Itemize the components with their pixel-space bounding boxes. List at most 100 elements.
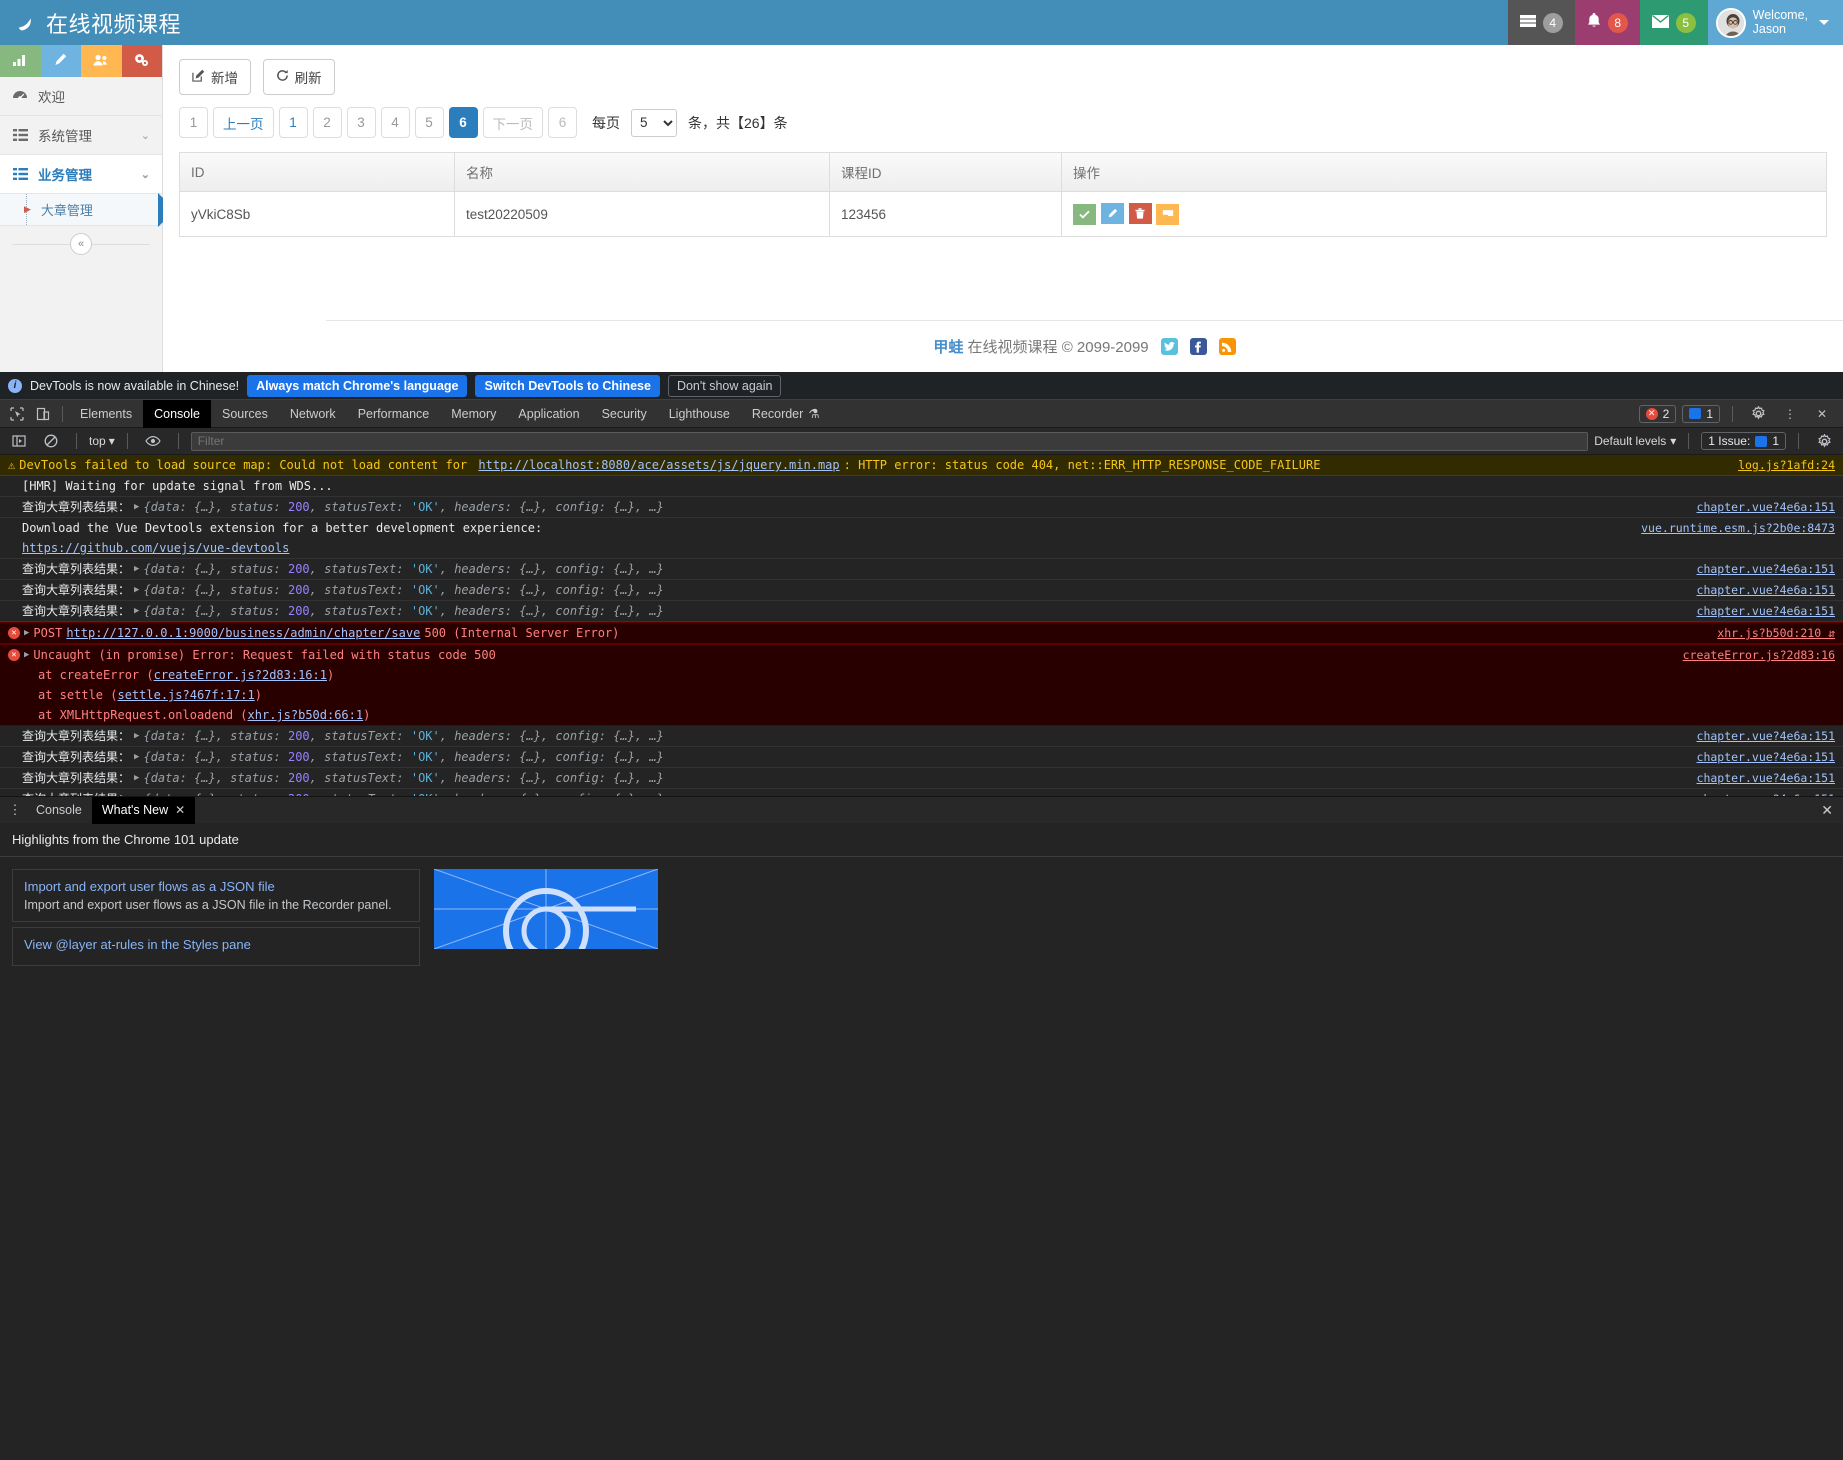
console-row-chapter-result[interactable]: 查询大章列表结果： ▶{data: {…}, status: 200, stat… — [0, 580, 1843, 601]
live-expression-eye-icon[interactable] — [140, 429, 166, 453]
card-title[interactable]: View @layer at-rules in the Styles pane — [24, 937, 408, 952]
tab-security[interactable]: Security — [591, 400, 658, 428]
pagination-first[interactable]: 1 — [179, 107, 208, 138]
close-devtools-icon[interactable]: ✕ — [1809, 402, 1835, 426]
pagination-next[interactable]: 下一页 — [482, 107, 543, 138]
expand-triangle-icon[interactable]: ▶ — [134, 561, 139, 577]
console-sidebar-toggle-icon[interactable] — [6, 429, 32, 453]
post-url-link[interactable]: http://127.0.0.1:9000/business/admin/cha… — [66, 625, 420, 641]
flag-icon-button[interactable] — [1156, 203, 1180, 225]
expand-triangle-icon[interactable]: ▶ — [134, 728, 139, 744]
console-source-link[interactable]: chapter.vue?4e6a:151 — [1685, 728, 1835, 744]
add-button[interactable]: 新增 — [179, 59, 251, 95]
tab-recorder[interactable]: Recorder ⚗ — [741, 400, 831, 428]
sidebar-item-system[interactable]: 系统管理 ⌄ — [0, 116, 162, 155]
frame-link[interactable]: xhr.js?b50d:66:1 — [248, 708, 364, 722]
rss-icon[interactable] — [1218, 338, 1236, 355]
tab-elements[interactable]: Elements — [69, 400, 143, 428]
sidebar-collapse-button[interactable]: « — [70, 233, 92, 255]
console-row-chapter-result[interactable]: 查询大章列表结果： ▶{data: {…}, status: 200, stat… — [0, 559, 1843, 580]
quick-action-chart[interactable] — [0, 45, 41, 77]
quick-action-users[interactable] — [81, 45, 122, 77]
whats-new-card[interactable]: View @layer at-rules in the Styles pane — [12, 927, 420, 966]
console-row-post-500[interactable]: ✕ ▶ POST http://127.0.0.1:9000/business/a… — [0, 622, 1843, 644]
console-source-link[interactable]: vue.runtime.esm.js?2b0e:8473 — [1629, 520, 1835, 536]
console-source-link[interactable]: chapter.vue?4e6a:151 — [1685, 499, 1835, 515]
whats-new-card[interactable]: Import and export user flows as a JSON f… — [12, 869, 420, 922]
tab-performance[interactable]: Performance — [347, 400, 441, 428]
quick-action-settings[interactable] — [121, 45, 162, 77]
expand-triangle-icon[interactable]: ▶ — [24, 625, 29, 641]
expand-triangle-icon[interactable]: ▶ — [134, 770, 139, 786]
console-row-vue-devtools[interactable]: Download the Vue Devtools extension for … — [0, 518, 1843, 559]
check-icon-button[interactable] — [1073, 204, 1096, 225]
tab-sources[interactable]: Sources — [211, 400, 279, 428]
device-toolbar-icon[interactable] — [30, 402, 56, 426]
frame-link[interactable]: createError.js?2d83:16:1 — [154, 668, 327, 682]
always-match-language-button[interactable]: Always match Chrome's language — [247, 374, 468, 397]
tab-application[interactable]: Application — [507, 400, 590, 428]
console-row-chapter-result[interactable]: 查询大章列表结果： ▶{data: {…}, status: 200, stat… — [0, 768, 1843, 789]
console-source-link[interactable]: createError.js?2d83:16 — [1671, 647, 1835, 663]
pagination-page-2[interactable]: 2 — [312, 107, 342, 138]
delete-icon-button[interactable] — [1128, 203, 1152, 224]
console-source-link[interactable]: xhr.js?b50d:210 ⇵ — [1705, 625, 1835, 641]
pagination-page-6[interactable]: 6 — [448, 107, 478, 138]
drawer-tab-console[interactable]: Console — [26, 797, 92, 824]
sidebar-item-business[interactable]: 业务管理 ⌄ — [0, 155, 162, 194]
twitter-icon[interactable] — [1160, 338, 1178, 355]
user-menu-button[interactable]: Welcome, Jason — [1707, 0, 1843, 45]
console-source-link[interactable]: chapter.vue?4e6a:151 — [1685, 770, 1835, 786]
vue-devtools-link[interactable]: https://github.com/vuejs/vue-devtools — [22, 540, 289, 556]
console-source-link[interactable]: chapter.vue?4e6a:151 — [1685, 749, 1835, 765]
console-row-chapter-result[interactable]: 查询大章列表结果： ▶{data: {…}, status: 200, stat… — [0, 789, 1843, 796]
console-row-uncaught-error[interactable]: ✕ ▶ Uncaught (in promise) Error: Request … — [0, 644, 1843, 726]
pagination-prev[interactable]: 上一页 — [213, 107, 274, 138]
clear-console-icon[interactable] — [38, 429, 64, 453]
pagination-page-3[interactable]: 3 — [346, 107, 376, 138]
drawer-more-options-icon[interactable]: ⋮ — [4, 802, 26, 818]
sidebar-item-welcome[interactable]: 欢迎 — [0, 77, 162, 116]
sidebar-subitem-chapter[interactable]: ▶ 大章管理 — [0, 193, 175, 227]
drawer-tab-whats-new[interactable]: What's New ✕ — [91, 796, 196, 824]
card-title[interactable]: Import and export user flows as a JSON f… — [24, 879, 408, 894]
sourcemap-link[interactable]: http://localhost:8080/ace/assets/js/jque… — [478, 457, 839, 473]
pagination-page-1[interactable]: 1 — [278, 107, 308, 138]
tasks-button[interactable]: 4 — [1507, 0, 1575, 45]
expand-triangle-icon[interactable]: ▶ — [134, 791, 139, 796]
console-settings-gear-icon[interactable] — [1811, 429, 1837, 453]
message-count-pill[interactable]: 1 — [1682, 404, 1720, 423]
pagination-last[interactable]: 6 — [548, 107, 577, 138]
console-source-link[interactable]: chapter.vue?4e6a:151 — [1685, 582, 1835, 598]
console-source-link[interactable]: chapter.vue?4e6a:151 — [1685, 603, 1835, 619]
log-levels-select[interactable]: Default levels ▾ — [1594, 434, 1676, 448]
pagination-page-4[interactable]: 4 — [380, 107, 410, 138]
execution-context-select[interactable]: top ▾ — [89, 434, 115, 448]
expand-triangle-icon[interactable]: ▶ — [134, 582, 139, 598]
facebook-icon[interactable] — [1189, 338, 1207, 355]
edit-icon-button[interactable] — [1100, 203, 1124, 224]
console-row-chapter-result[interactable]: 查询大章列表结果： ▶{data: {…}, status: 200, stat… — [0, 497, 1843, 518]
notifications-button[interactable]: 8 — [1574, 0, 1640, 45]
tab-console[interactable]: Console — [143, 399, 211, 428]
expand-triangle-icon[interactable]: ▶ — [134, 603, 139, 619]
console-row-sourcemap-warning[interactable]: ⚠ DevTools failed to load source map: Co… — [0, 455, 1843, 476]
more-options-kebab-icon[interactable]: ⋮ — [1777, 402, 1803, 426]
close-drawer-icon[interactable]: ✕ — [1821, 802, 1843, 819]
app-brand[interactable]: 在线视频课程 — [0, 7, 181, 39]
close-icon[interactable]: ✕ — [175, 803, 185, 817]
tab-network[interactable]: Network — [279, 400, 347, 428]
messages-button[interactable]: 5 — [1639, 0, 1708, 45]
console-source-link[interactable]: chapter.vue?4e6a:151 — [1685, 561, 1835, 577]
console-row-chapter-result[interactable]: 查询大章列表结果： ▶{data: {…}, status: 200, stat… — [0, 601, 1843, 622]
expand-triangle-icon[interactable]: ▶ — [134, 499, 139, 515]
console-source-link[interactable]: log.js?1afd:24 — [1726, 457, 1835, 473]
dont-show-again-button[interactable]: Don't show again — [667, 374, 782, 397]
tab-memory[interactable]: Memory — [440, 400, 507, 428]
expand-triangle-icon[interactable]: ▶ — [24, 647, 29, 663]
quick-action-edit[interactable] — [40, 45, 81, 77]
tab-lighthouse[interactable]: Lighthouse — [658, 400, 741, 428]
console-row-chapter-result[interactable]: 查询大章列表结果： ▶{data: {…}, status: 200, stat… — [0, 726, 1843, 747]
inspect-element-icon[interactable] — [4, 402, 30, 426]
console-source-link[interactable]: chapter.vue?4e6a:151 — [1685, 791, 1835, 796]
